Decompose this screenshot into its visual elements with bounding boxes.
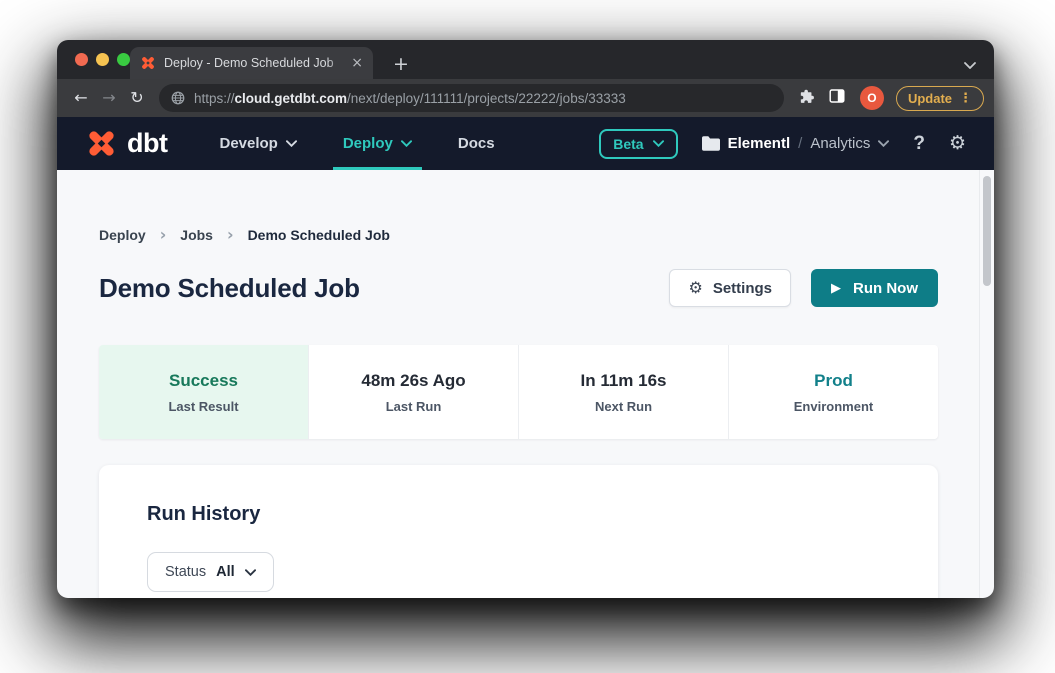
tab-strip: Deploy - Demo Scheduled Job × +: [57, 40, 994, 79]
browser-window: Deploy - Demo Scheduled Job × + ← → ↻ ht…: [57, 40, 994, 598]
breadcrumb-separator-icon: ›: [160, 227, 167, 243]
chevron-down-icon: [245, 569, 256, 576]
url-protocol: https://: [194, 91, 235, 106]
page-content: Deploy › Jobs › Demo Scheduled Job Demo …: [57, 170, 994, 598]
stat-value: 48m 26s Ago: [361, 371, 465, 391]
project-name: Analytics: [810, 135, 870, 152]
nav-item-develop[interactable]: Develop: [219, 117, 296, 170]
nav-item-docs[interactable]: Docs: [458, 117, 495, 170]
stat-value: Success: [169, 371, 238, 391]
stat-label: Last Run: [386, 399, 442, 414]
nav-links: Develop Deploy Docs: [219, 117, 494, 170]
url-domain: cloud.getdbt.com: [235, 91, 348, 106]
dbt-logo-text: dbt: [127, 128, 167, 159]
window-close-button[interactable]: [75, 53, 88, 66]
folder-icon: [702, 136, 720, 151]
nav-item-deploy[interactable]: Deploy: [343, 117, 412, 170]
extensions-puzzle-icon[interactable]: [792, 88, 822, 109]
scrollbar-thumb[interactable]: [983, 176, 991, 286]
dbt-logo-icon: [85, 127, 118, 160]
stat-value: In 11m 16s: [580, 371, 666, 391]
stat-card-next-run: In 11m 16s Next Run: [518, 345, 728, 439]
account-name: Elementl: [728, 135, 791, 152]
breadcrumb-jobs[interactable]: Jobs: [180, 227, 213, 243]
browser-tab[interactable]: Deploy - Demo Scheduled Job ×: [130, 47, 373, 79]
title-row: Demo Scheduled Job ⚙ Settings ▶ Run Now: [99, 269, 938, 307]
navbar-right: Beta Elementl / Analytics ? ⚙: [599, 129, 966, 159]
reload-icon[interactable]: ↻: [123, 90, 151, 106]
breadcrumb-separator-icon: ›: [227, 227, 234, 243]
dbt-navbar: dbt Develop Deploy Docs Beta Elementl: [57, 117, 994, 170]
page-actions: ⚙ Settings ▶ Run Now: [669, 269, 938, 307]
help-icon[interactable]: ?: [913, 133, 925, 155]
stat-label: Last Result: [168, 399, 238, 414]
stat-label: Environment: [794, 399, 873, 414]
breadcrumb: Deploy › Jobs › Demo Scheduled Job: [99, 170, 938, 243]
url-text: https://cloud.getdbt.com/next/deploy/111…: [194, 91, 626, 106]
breadcrumb-deploy[interactable]: Deploy: [99, 227, 146, 243]
stat-card-environment: Prod Environment: [728, 345, 938, 439]
dbt-favicon-icon: [140, 55, 156, 71]
stat-card-last-result: Success Last Result: [99, 345, 308, 439]
scrollbar-track: [979, 170, 994, 598]
job-stats-row: Success Last Result 48m 26s Ago Last Run…: [99, 345, 938, 439]
update-label: Update: [908, 91, 952, 106]
run-now-button[interactable]: ▶ Run Now: [811, 269, 938, 307]
breadcrumb-current: Demo Scheduled Job: [248, 227, 390, 243]
tab-search-chevron-icon[interactable]: [964, 62, 976, 69]
tab-title: Deploy - Demo Scheduled Job: [164, 56, 345, 70]
project-selector[interactable]: Elementl / Analytics: [702, 135, 890, 152]
beta-dropdown-button[interactable]: Beta: [599, 129, 677, 159]
status-filter-dropdown[interactable]: Status All: [147, 552, 274, 592]
side-panel-icon[interactable]: [822, 88, 852, 108]
run-history-title: Run History: [147, 503, 890, 526]
forward-icon[interactable]: →: [95, 90, 123, 106]
browser-toolbar: ← → ↻ https://cloud.getdbt.com/next/depl…: [57, 79, 994, 117]
browser-update-button[interactable]: Update ⋮: [896, 86, 984, 111]
back-icon[interactable]: ←: [67, 90, 95, 106]
settings-gear-icon: ⚙: [688, 280, 702, 296]
account-project-separator: /: [798, 135, 802, 152]
new-tab-button[interactable]: +: [389, 55, 413, 74]
window-zoom-button[interactable]: [117, 53, 130, 66]
page-title: Demo Scheduled Job: [99, 273, 360, 304]
url-path: /next/deploy/111111/projects/22222/jobs/…: [347, 91, 626, 106]
address-bar[interactable]: https://cloud.getdbt.com/next/deploy/111…: [159, 84, 784, 112]
dbt-logo[interactable]: dbt: [85, 127, 167, 160]
play-icon: ▶: [831, 282, 841, 295]
settings-button[interactable]: ⚙ Settings: [669, 269, 791, 307]
site-info-globe-icon[interactable]: [171, 91, 185, 105]
stat-value: Prod: [814, 371, 853, 391]
more-vertical-icon: ⋮: [959, 92, 972, 105]
traffic-lights: [75, 53, 130, 66]
run-history-card: Run History Status All: [99, 465, 938, 598]
tab-close-icon[interactable]: ×: [349, 56, 365, 70]
stat-card-last-run: 48m 26s Ago Last Run: [308, 345, 518, 439]
account-settings-gear-icon[interactable]: ⚙: [949, 134, 966, 153]
window-minimize-button[interactable]: [96, 53, 109, 66]
stat-label: Next Run: [595, 399, 652, 414]
profile-avatar[interactable]: O: [860, 86, 884, 110]
